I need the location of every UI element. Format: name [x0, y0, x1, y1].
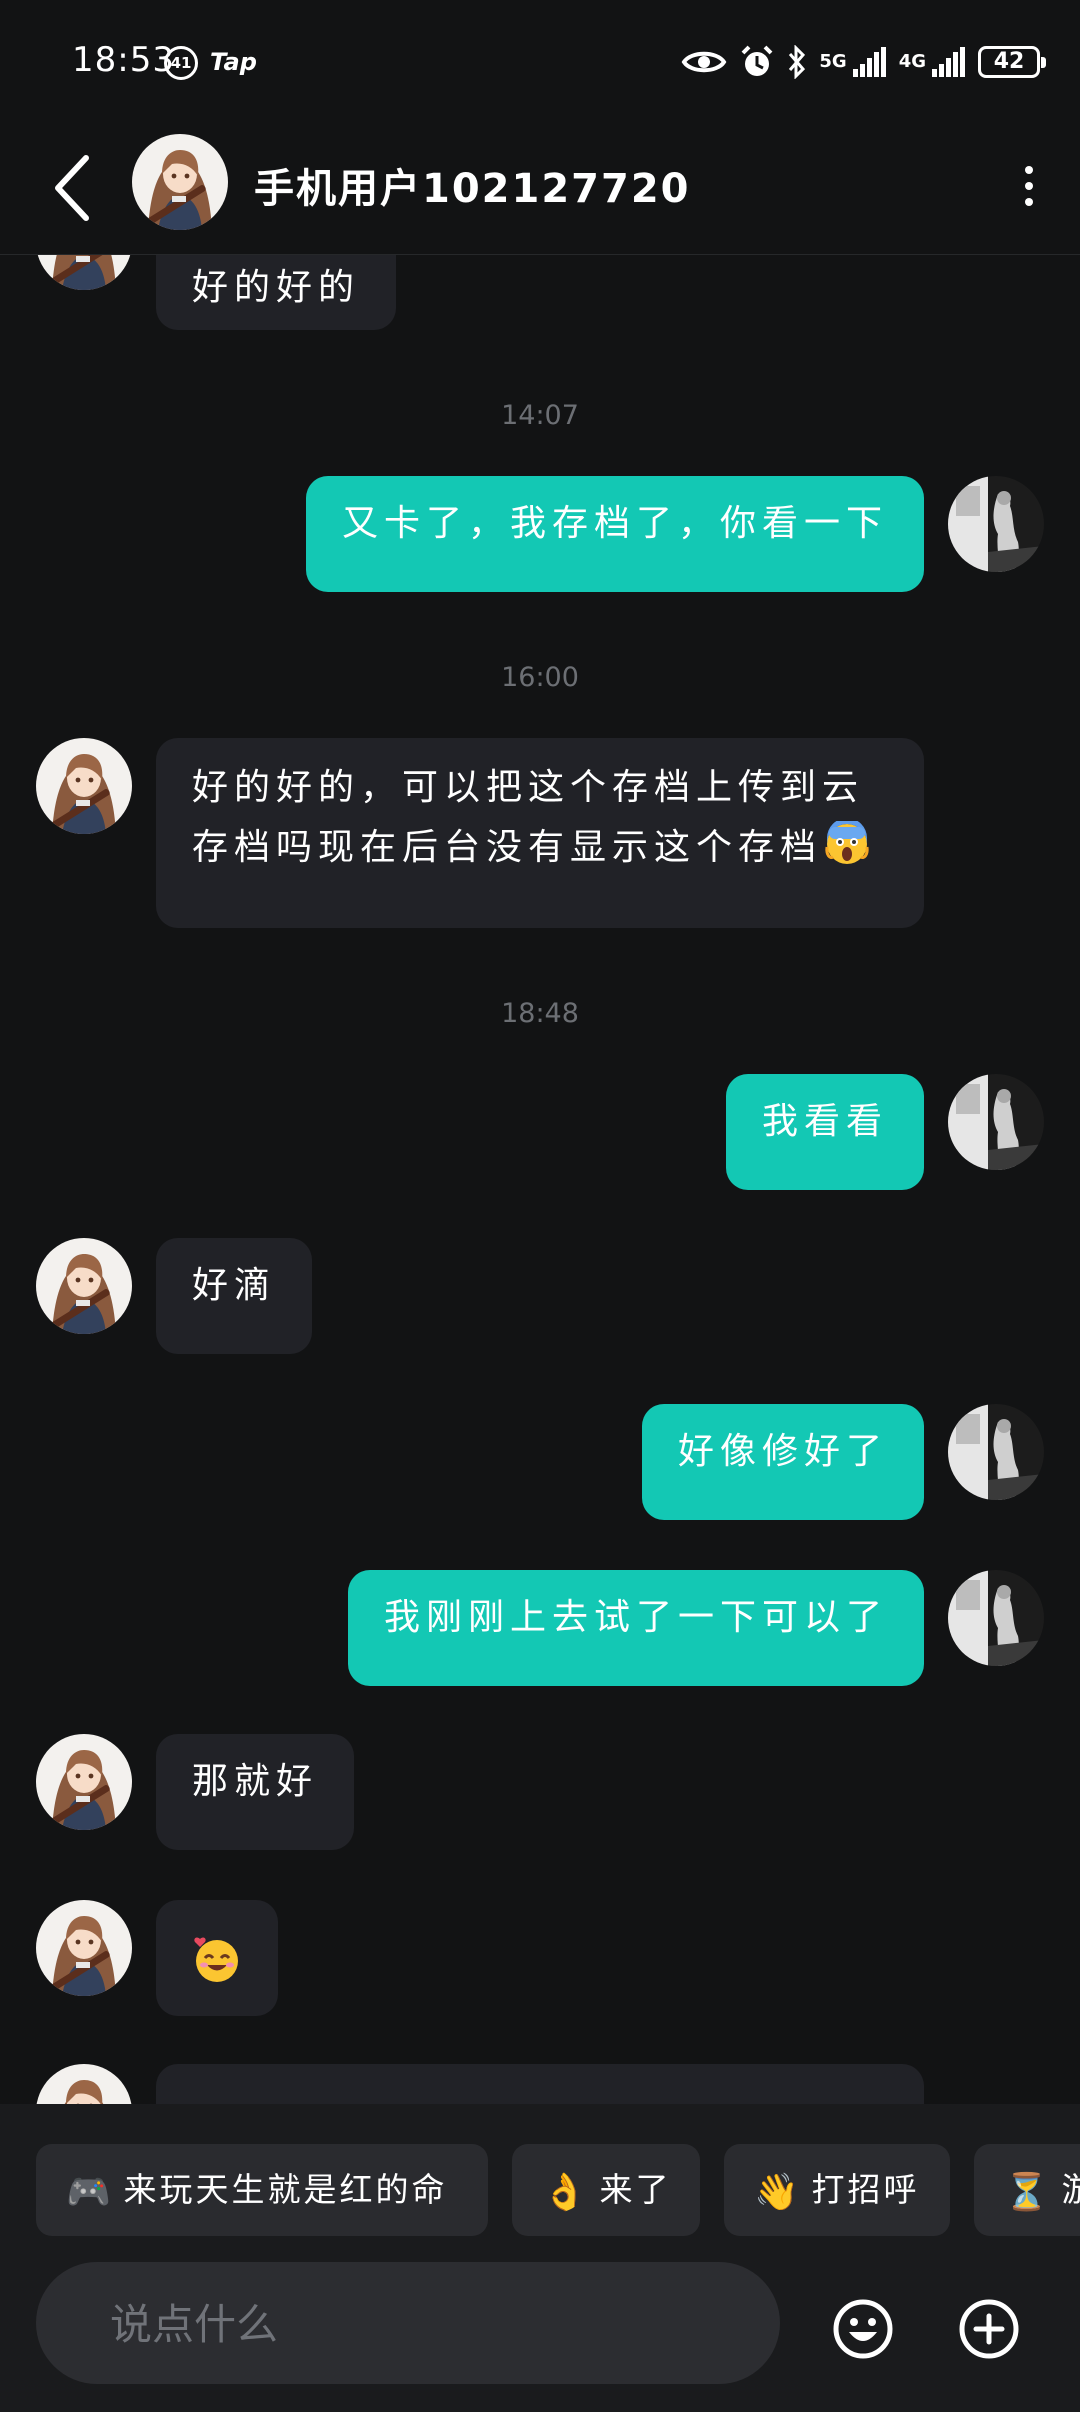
contact-avatar[interactable]: [36, 1238, 132, 1334]
message-input-wrapper[interactable]: [36, 2262, 780, 2386]
game-controller-icon: 🎮: [66, 2172, 114, 2213]
my-avatar[interactable]: [948, 1074, 1044, 1170]
message-list[interactable]: 好的好的 14:07 又卡了，我存档了，你看一下 16:00 好的好的，可以把这…: [0, 254, 1080, 2104]
incoming-message[interactable]: 好滴: [156, 1238, 312, 1354]
incoming-message[interactable]: 好的好的，可以把这个存档上传到云 存档吗现在后台没有显示这个存档: [156, 738, 924, 928]
outgoing-message[interactable]: 好像修好了: [642, 1404, 924, 1520]
quick-reply-label: 打招呼: [811, 2170, 920, 2209]
incoming-message-partial[interactable]: [156, 2064, 924, 2104]
outgoing-message[interactable]: 又卡了，我存档了，你看一下: [306, 476, 924, 592]
ok-hand-icon: 👌: [542, 2172, 590, 2213]
quick-reply-label: 来玩天生就是红的命: [123, 2170, 448, 2209]
add-attachment-button[interactable]: [958, 2298, 1020, 2360]
contact-avatar[interactable]: [132, 134, 228, 230]
eye-icon: [682, 51, 727, 73]
notification-badge-icon: 41: [164, 46, 198, 80]
timestamp: 16:00: [501, 662, 579, 693]
timestamp: 14:07: [501, 400, 579, 431]
outgoing-message[interactable]: 我看看: [726, 1074, 924, 1190]
signal-5g-icon: [852, 47, 886, 77]
quick-reply-chip[interactable]: 👌 来了: [512, 2144, 700, 2236]
quick-reply-chip[interactable]: 👋 打招呼: [724, 2144, 950, 2236]
more-dot-icon: [1025, 166, 1033, 174]
message-line: 好的好的，可以把这个存档上传到云: [192, 767, 865, 808]
incoming-emoji-message[interactable]: [156, 1900, 278, 2016]
contact-avatar[interactable]: [36, 254, 132, 290]
bluetooth-icon: [789, 45, 806, 79]
contact-avatar[interactable]: [36, 738, 132, 834]
hourglass-icon: ⏳: [1004, 2172, 1052, 2213]
my-avatar[interactable]: [948, 1404, 1044, 1500]
quick-reply-label: 来了: [599, 2170, 672, 2209]
back-button[interactable]: [46, 148, 100, 228]
network-4g-label: 4G: [898, 51, 926, 72]
outgoing-message[interactable]: 我刚刚上去试了一下可以了: [348, 1570, 924, 1686]
status-indicators: 5G 4G 42: [681, 40, 1046, 84]
quick-reply-label: 游: [1062, 2170, 1080, 2209]
quick-reply-chip[interactable]: ⏳ 游: [974, 2144, 1080, 2236]
composer-area: 🎮 来玩天生就是红的命 👌 来了 👋 打招呼 ⏳ 游: [0, 2104, 1080, 2412]
alarm-icon: [741, 45, 773, 76]
status-bar: 18:53 41 Tap 5G 4G 42: [0, 0, 1080, 120]
chat-screen: 18:53 41 Tap 5G 4G 42 手机用户102127720 好的好的…: [0, 0, 1080, 2412]
emoji-button[interactable]: [832, 2298, 894, 2360]
message-line: 存档吗现在后台没有显示这个存档: [192, 818, 888, 878]
timestamp: 18:48: [501, 998, 579, 1029]
message-text: 存档吗现在后台没有显示这个存档: [192, 827, 823, 868]
contact-avatar[interactable]: [36, 2064, 132, 2104]
contact-avatar[interactable]: [36, 1900, 132, 1996]
signal-4g-icon: [932, 47, 965, 77]
incoming-message[interactable]: 那就好: [156, 1734, 354, 1850]
status-time: 18:53: [72, 40, 175, 80]
screaming-face-emoji-icon: [825, 821, 869, 864]
message-input[interactable]: [108, 2262, 752, 2386]
more-dot-icon: [1025, 182, 1033, 190]
smiling-face-with-hearts-emoji-icon: [194, 1937, 238, 1982]
network-5g-label: 5G: [819, 51, 847, 72]
quick-reply-chip[interactable]: 🎮 来玩天生就是红的命: [36, 2144, 488, 2236]
battery-icon: 42: [978, 46, 1046, 78]
more-options-button[interactable]: [1006, 150, 1052, 220]
contact-avatar[interactable]: [36, 1734, 132, 1830]
tap-app-icon: Tap: [210, 48, 257, 76]
my-avatar[interactable]: [948, 476, 1044, 572]
contact-name[interactable]: 手机用户102127720: [254, 156, 691, 214]
incoming-message[interactable]: 好的好的: [156, 254, 397, 330]
more-dot-icon: [1025, 198, 1033, 206]
waving-hand-icon: 👋: [754, 2172, 802, 2213]
chat-header: 手机用户102127720: [0, 120, 1080, 255]
my-avatar[interactable]: [948, 1570, 1044, 1666]
